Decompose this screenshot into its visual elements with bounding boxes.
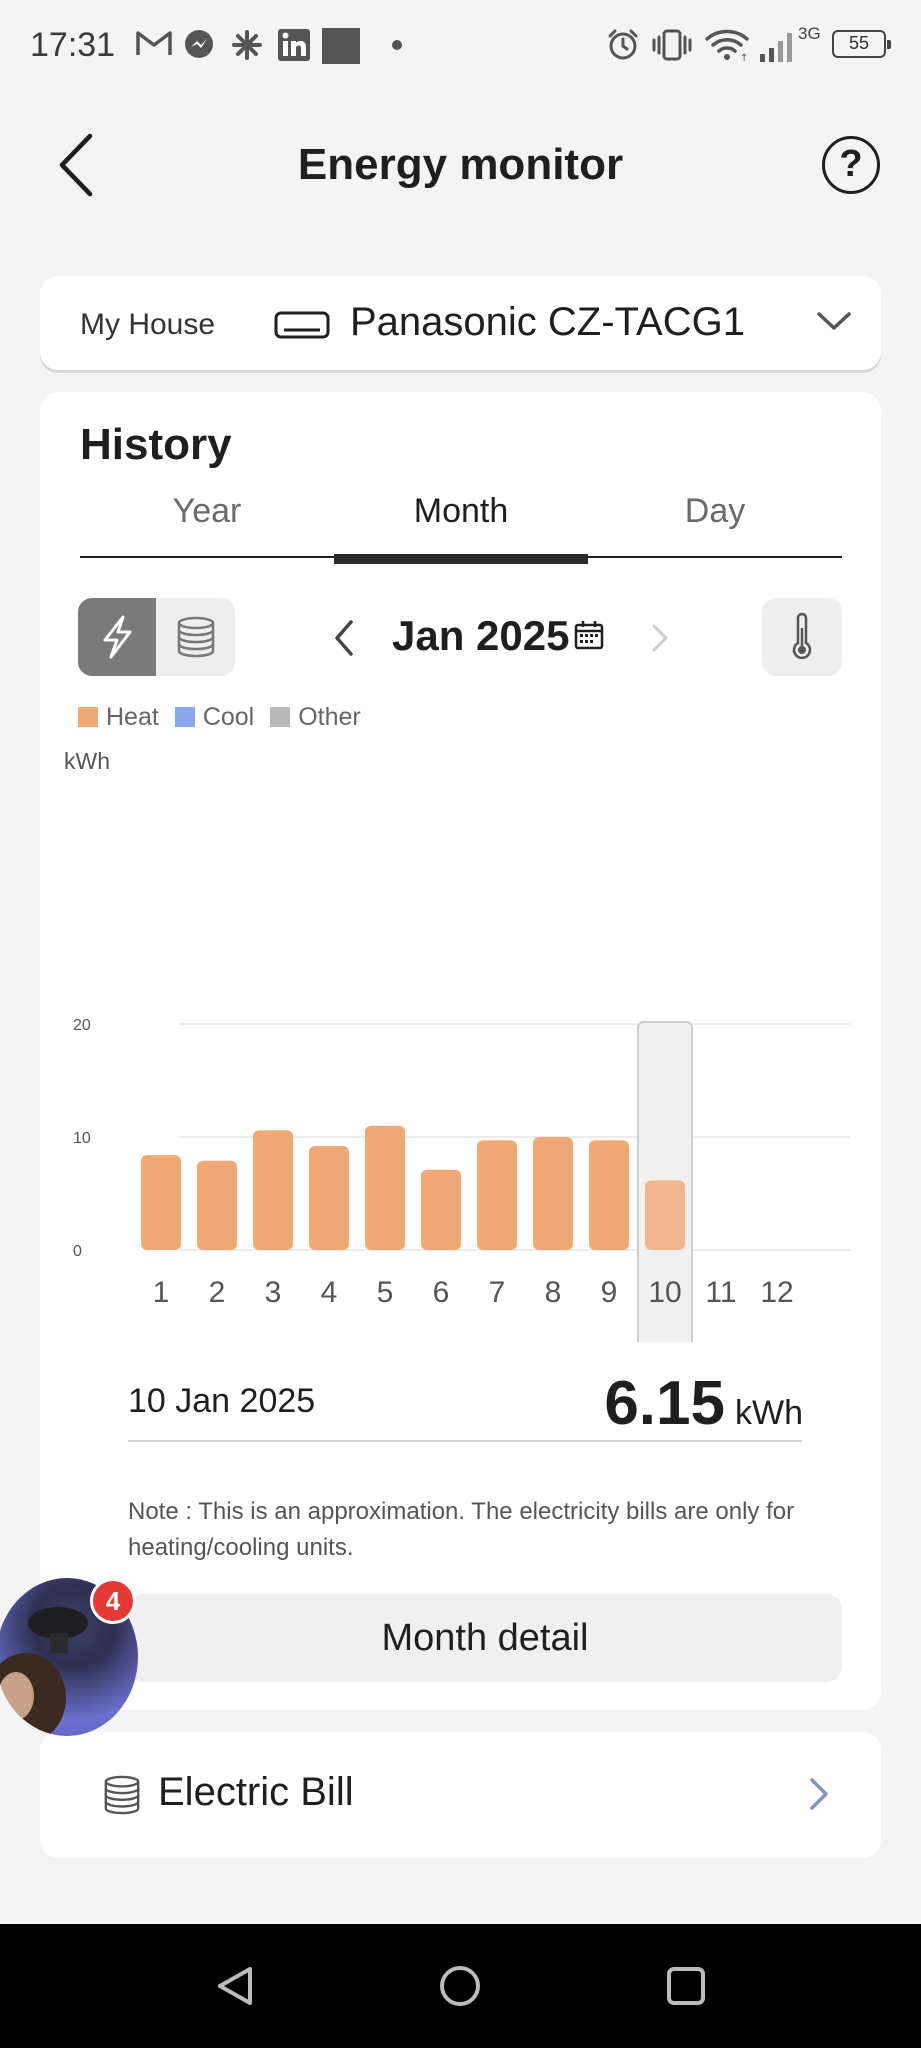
vibrate-icon xyxy=(652,29,692,61)
legend-heat: Heat xyxy=(78,702,159,732)
lightning-icon xyxy=(103,615,132,659)
electric-bill-label: Electric Bill xyxy=(158,1770,354,1814)
thermometer-icon xyxy=(792,612,812,660)
network-type: 3G xyxy=(798,24,821,43)
chart-legend: Heat Cool Other xyxy=(78,702,361,732)
energy-mode-button[interactable] xyxy=(78,598,156,676)
app-square-icon xyxy=(322,28,360,64)
nav-back-icon[interactable] xyxy=(214,1964,258,2008)
approximation-note: Note : This is an approximation. The ele… xyxy=(128,1498,795,1561)
pinwheel-icon xyxy=(232,30,262,60)
gmail-icon xyxy=(136,31,172,55)
bar-day-10 xyxy=(645,1180,685,1250)
readout-divider xyxy=(128,1440,802,1442)
status-time: 17:31 xyxy=(30,26,116,64)
legend-heat-label: Heat xyxy=(106,702,159,731)
help-icon: ? xyxy=(839,143,863,185)
selected-date: 10 Jan 2025 xyxy=(128,1382,316,1420)
help-button[interactable]: ? xyxy=(822,136,880,194)
energy-cost-toggle xyxy=(78,598,235,676)
tab-month[interactable]: Month xyxy=(334,492,588,531)
energy-bar-chart[interactable]: kWh201001 2 3 4 5 6 7 8 9 10 11 12 xyxy=(40,742,881,1342)
x-tick-label: 6 xyxy=(433,1276,450,1309)
x-tick-label: 7 xyxy=(489,1276,506,1309)
chat-head-bubble[interactable]: 4 xyxy=(0,1578,140,1736)
chevron-down-icon xyxy=(817,312,851,330)
chat-head-badge: 4 xyxy=(90,1578,136,1624)
x-tick-label: 12 xyxy=(760,1276,793,1309)
notification-dot-icon xyxy=(392,40,402,50)
period-label[interactable]: Jan 2025 xyxy=(392,612,569,660)
x-tick-label: 5 xyxy=(377,1276,394,1309)
calendar-icon[interactable] xyxy=(574,620,604,650)
bar-day-7 xyxy=(477,1140,517,1250)
home-name: My House xyxy=(80,308,216,341)
x-tick-label: 8 xyxy=(545,1276,562,1309)
air-conditioner-icon xyxy=(274,311,330,339)
next-period-button[interactable] xyxy=(640,610,680,666)
coins-icon xyxy=(104,1775,140,1815)
y-axis-label: kWh xyxy=(64,748,110,774)
history-card: History Year Month Day Jan 2025 Heat Coo… xyxy=(40,392,881,1710)
chevron-right-icon xyxy=(810,1778,828,1810)
battery-level: 55 xyxy=(848,33,870,53)
x-tick-label: 1 xyxy=(153,1276,170,1309)
x-tick-label: 11 xyxy=(705,1276,736,1309)
tab-day[interactable]: Day xyxy=(588,492,842,531)
history-title: History xyxy=(80,420,232,469)
nav-recents-icon[interactable] xyxy=(664,1964,708,2008)
page-title: Energy monitor xyxy=(297,140,624,189)
y-tick-label: 0 xyxy=(73,1243,82,1260)
previous-period-button[interactable] xyxy=(325,610,365,666)
legend-heat-swatch xyxy=(78,707,98,727)
bar-day-1 xyxy=(141,1155,181,1250)
wifi-icon: ↑↓ xyxy=(705,29,750,62)
linkedin-icon xyxy=(278,29,310,61)
nav-home-icon[interactable] xyxy=(438,1964,482,2008)
x-tick-label: 9 xyxy=(601,1276,618,1309)
navigation-bar xyxy=(0,1924,921,2048)
tab-year[interactable]: Year xyxy=(80,492,334,531)
messenger-icon xyxy=(185,30,213,58)
legend-cool-swatch xyxy=(174,707,195,727)
selected-value-number: 6.15 xyxy=(604,1369,725,1438)
y-tick-label: 20 xyxy=(73,1017,91,1034)
alarm-icon xyxy=(608,29,638,60)
month-detail-button[interactable]: Month detail xyxy=(128,1594,842,1682)
period-tabs: Year Month Day xyxy=(80,492,842,558)
x-tick-label: 2 xyxy=(209,1276,226,1309)
bar-day-3 xyxy=(253,1130,293,1250)
device-name: Panasonic CZ-TACG1 xyxy=(350,300,745,344)
coins-icon xyxy=(177,616,215,658)
bar-day-5 xyxy=(365,1125,405,1250)
status-bar: 17:31 ↑↓ 3G xyxy=(0,0,921,92)
legend-other-label: Other xyxy=(298,702,361,731)
bar-day-6 xyxy=(421,1169,461,1250)
electric-bill-row[interactable]: Electric Bill xyxy=(40,1732,881,1858)
legend-other: Other xyxy=(270,702,361,732)
temperature-button[interactable] xyxy=(762,598,842,676)
bar-day-9 xyxy=(589,1140,629,1250)
legend-cool-label: Cool xyxy=(202,702,255,731)
legend-other-swatch xyxy=(270,707,291,727)
x-tick-label: 10 xyxy=(648,1276,681,1309)
bar-day-4 xyxy=(309,1146,349,1250)
cost-mode-button[interactable] xyxy=(157,598,235,676)
x-tick-label: 3 xyxy=(265,1276,282,1309)
x-tick-label: 4 xyxy=(321,1276,338,1309)
selected-value: 6.15 kWh xyxy=(604,1368,803,1439)
bar-day-8 xyxy=(533,1137,573,1250)
tab-indicator xyxy=(334,554,588,564)
selected-value-unit: kWh xyxy=(735,1394,803,1432)
y-tick-label: 10 xyxy=(73,1130,91,1147)
device-selector[interactable]: My House Panasonic CZ-TACG1 xyxy=(40,276,881,370)
svg-text:↑↓: ↑↓ xyxy=(740,53,750,62)
bar-day-2 xyxy=(197,1160,237,1250)
legend-cool: Cool xyxy=(174,702,255,732)
battery-icon: 55 xyxy=(832,30,891,58)
